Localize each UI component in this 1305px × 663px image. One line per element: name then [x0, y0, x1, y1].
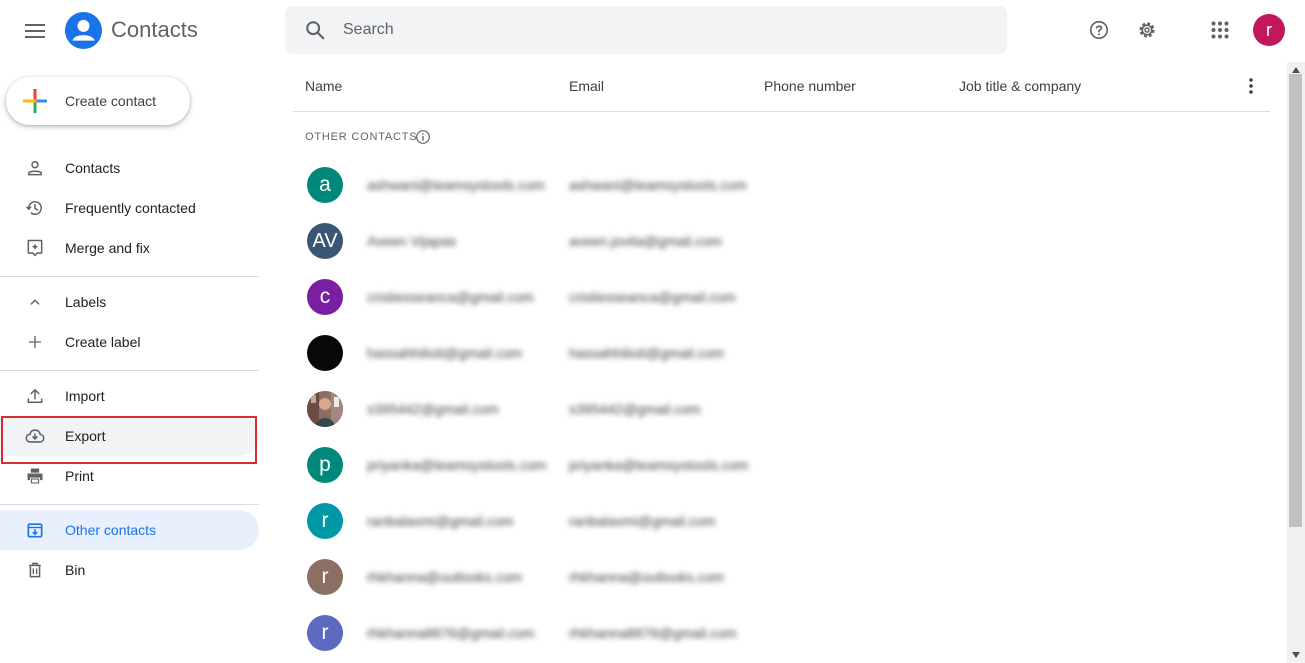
sidebar-item-label: Print — [65, 468, 94, 484]
info-icon[interactable] — [414, 128, 432, 146]
search-input[interactable] — [343, 16, 983, 44]
column-header-email[interactable]: Email — [569, 78, 604, 94]
contact-avatar: r — [307, 503, 343, 539]
contact-name: cristiesseanca@gmail.com — [367, 289, 534, 305]
vertical-scrollbar[interactable] — [1287, 62, 1305, 663]
contact-name: priyanka@teamsystools.com — [367, 457, 547, 473]
more-options-icon[interactable] — [1239, 74, 1263, 98]
sidebar-item-merge-and-fix[interactable]: Merge and fix — [0, 228, 259, 268]
contact-name: rhkhanna8876@gmail.com — [367, 625, 535, 641]
contact-name: ashwani@teamsystools.com — [367, 177, 545, 193]
contact-email: cristiesseanca@gmail.com — [569, 289, 736, 305]
sidebar-divider — [0, 276, 259, 277]
scrollbar-thumb[interactable] — [1289, 74, 1302, 527]
contact-email: ranbalaxmi@gmail.com — [569, 513, 716, 529]
contact-avatar: c — [307, 279, 343, 315]
contact-name: ranbalaxmi@gmail.com — [367, 513, 514, 529]
contact-email: aveen.jovita@gmail.com — [569, 233, 722, 249]
sidebar-item-label: Export — [65, 428, 106, 444]
sidebar-item-other-contacts[interactable]: Other contacts — [0, 510, 259, 550]
contact-photo — [307, 391, 343, 427]
print-icon — [24, 465, 46, 487]
table-row[interactable]: s395442@gmail.com s395442@gmail.com — [293, 381, 1270, 437]
menu-icon[interactable] — [15, 11, 55, 51]
trash-icon — [24, 559, 46, 581]
sidebar-item-label: Other contacts — [65, 522, 157, 538]
create-contact-label: Create contact — [65, 93, 157, 109]
apps-grid-icon[interactable] — [1206, 16, 1234, 44]
table-row[interactable]: a ashwani@teamsystools.com ashwani@teams… — [293, 157, 1270, 213]
table-row[interactable]: hassahhilioti@gmail.com hassahhilioti@gm… — [293, 325, 1270, 381]
sidebar-item-export[interactable]: Export — [0, 416, 259, 456]
table-row[interactable]: r rhkhanna8876@gmail.com rhkhanna8876@gm… — [293, 605, 1270, 661]
contact-email: rhkhanna8876@gmail.com — [569, 625, 737, 641]
contact-name: hassahhilioti@gmail.com — [367, 345, 523, 361]
person-icon — [24, 157, 46, 179]
contact-avatar: r — [307, 559, 343, 595]
sidebar-item-label: Labels — [65, 294, 107, 310]
table-row[interactable]: AV Aveen Vijapas aveen.jovita@gmail.com — [293, 213, 1270, 269]
create-contact-button[interactable]: Create contact — [6, 77, 190, 125]
sidebar-item-label: Import — [65, 388, 105, 404]
sidebar-divider — [0, 504, 259, 505]
upload-icon — [24, 385, 46, 407]
contact-avatar: r — [307, 615, 343, 651]
merge-fix-icon — [24, 237, 46, 259]
column-header-phone[interactable]: Phone number — [764, 78, 856, 94]
sidebar-item-create-label[interactable]: Create label — [0, 322, 259, 362]
sidebar-item-contacts[interactable]: Contacts — [0, 148, 259, 188]
sidebar-item-label: Bin — [65, 562, 86, 578]
sidebar-item-import[interactable]: Import — [0, 376, 259, 416]
table-row[interactable]: r ranbalaxmi@gmail.com ranbalaxmi@gmail.… — [293, 493, 1270, 549]
search-icon[interactable] — [303, 18, 327, 42]
table-row[interactable]: c cristiesseanca@gmail.com cristiesseanc… — [293, 269, 1270, 325]
contact-email: s395442@gmail.com — [569, 401, 701, 417]
sidebar-item-labels[interactable]: Labels — [0, 282, 259, 322]
contact-name: Aveen Vijapas — [367, 233, 456, 249]
contact-email: ashwani@teamsystools.com — [569, 177, 747, 193]
sidebar-item-frequently-contacted[interactable]: Frequently contacted — [0, 188, 259, 228]
user-avatar[interactable]: r — [1253, 14, 1285, 46]
sidebar-item-label: Frequently contacted — [65, 200, 196, 216]
contact-avatar: a — [307, 167, 343, 203]
contact-name: s395442@gmail.com — [367, 401, 499, 417]
contact-name: rhkhanna@outlooks.com — [367, 569, 523, 585]
app-header: Contacts r — [0, 0, 1305, 62]
table-row[interactable]: p priyanka@teamsystools.com priyanka@tea… — [293, 437, 1270, 493]
cloud-download-icon — [24, 425, 46, 447]
contact-avatar: AV — [307, 223, 343, 259]
sidebar-item-label: Merge and fix — [65, 240, 150, 256]
help-icon[interactable] — [1085, 16, 1113, 44]
sidebar: Create contact Contacts Frequently conta… — [0, 62, 270, 663]
search-bar[interactable] — [285, 6, 1007, 54]
contact-email: rhkhanna@outlooks.com — [569, 569, 725, 585]
plus-icon — [24, 331, 46, 353]
settings-icon[interactable] — [1133, 16, 1161, 44]
sidebar-item-bin[interactable]: Bin — [0, 550, 259, 590]
history-icon — [24, 197, 46, 219]
app-title: Contacts — [111, 17, 198, 42]
contacts-list: Name Email Phone number Job title & comp… — [293, 62, 1287, 663]
chevron-up-icon — [24, 291, 46, 313]
other-contacts-icon — [24, 519, 46, 541]
scroll-up-arrow-icon[interactable] — [1291, 66, 1301, 74]
sidebar-item-label: Create label — [65, 334, 141, 350]
column-header-name[interactable]: Name — [305, 78, 342, 94]
sidebar-item-print[interactable]: Print — [0, 456, 259, 496]
colorful-plus-icon — [23, 89, 47, 113]
column-header-job-title[interactable]: Job title & company — [959, 78, 1081, 94]
contact-avatar — [307, 335, 343, 371]
sidebar-item-label: Contacts — [65, 160, 121, 176]
scroll-down-arrow-icon[interactable] — [1291, 651, 1301, 659]
contact-avatar: p — [307, 447, 343, 483]
contacts-logo-icon[interactable] — [65, 12, 102, 49]
table-row[interactable]: r rhkhanna@outlooks.com rhkhanna@outlook… — [293, 549, 1270, 605]
contact-email: hassahhilioti@gmail.com — [569, 345, 725, 361]
header-divider — [293, 111, 1270, 112]
sidebar-divider — [0, 370, 259, 371]
contact-email: priyanka@teamsystools.com — [569, 457, 749, 473]
section-label: OTHER CONTACTS — [305, 131, 418, 143]
